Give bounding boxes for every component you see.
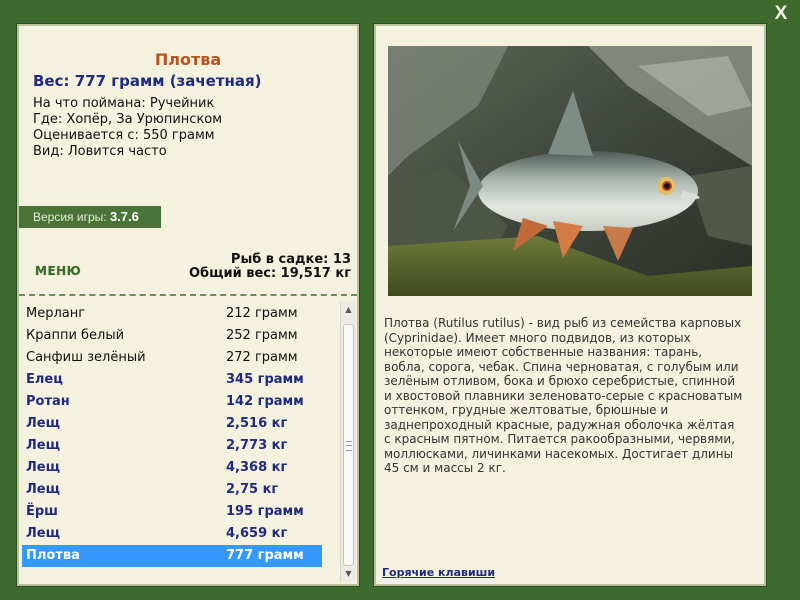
fish-photo [388,46,752,296]
list-item-name: Лещ [26,460,60,475]
list-item-selected[interactable]: Плотва 777 грамм [22,545,322,567]
hotkeys-link[interactable]: Горячие клавиши [382,566,495,579]
list-item-name: Плотва [26,548,80,563]
fish-weight: Вес: 777 грамм (зачетная) [33,72,262,90]
separator [19,294,357,296]
menu-button[interactable]: МЕНЮ [35,264,81,278]
list-scrollbar[interactable]: ▲ ▼ [340,302,356,582]
list-item-name: Мерланг [26,306,86,321]
list-item[interactable]: Елец 345 грамм [22,369,322,391]
scroll-thumb[interactable] [343,324,354,566]
info-location: Где: Хопёр, За Урюпинском [33,112,223,127]
list-item[interactable]: Санфиш зелёный 272 грамм [22,347,322,369]
version-bar: Версия игры: 3.7.6 [19,206,161,228]
list-item[interactable]: Ротан 142 грамм [22,391,322,413]
list-item-weight: 142 грамм [226,394,304,409]
scroll-up-icon[interactable]: ▲ [341,302,356,318]
fish-title: Плотва [154,50,222,69]
scroll-grip-icon [346,441,352,451]
list-item-name: Ротан [26,394,70,409]
close-button[interactable]: X [772,4,790,24]
list-item-weight: 777 грамм [226,548,304,563]
list-item-weight: 2,773 кг [226,438,288,453]
scroll-down-icon[interactable]: ▼ [341,566,356,582]
list-item-name: Елец [26,372,63,387]
list-item-name: Санфиш зелёный [26,350,146,365]
list-item[interactable]: Мерланг 212 грамм [22,303,322,325]
list-item-weight: 252 грамм [226,328,298,343]
catch-list[interactable]: Мерланг 212 грамм Краппи белый 252 грамм Сан… [19,298,357,584]
list-item[interactable]: Лещ 4,659 кг [22,523,322,545]
version-label: Версия игры: [33,210,107,224]
list-item-name: Лещ [26,482,60,497]
info-threshold: Оценивается с: 550 грамм [33,128,215,143]
list-item-weight: 2,516 кг [226,416,288,431]
list-item[interactable]: Лещ 2,516 кг [22,413,322,435]
list-item-weight: 345 грамм [226,372,304,387]
list-item[interactable]: Лещ 2,773 кг [22,435,322,457]
list-item-weight: 272 грамм [226,350,298,365]
list-item-name: Краппи белый [26,328,125,343]
list-item-weight: 212 грамм [226,306,298,321]
list-item-weight: 195 грамм [226,504,304,519]
version-value: 3.7.6 [109,209,139,224]
list-item[interactable]: Лещ 2,75 кг [22,479,322,501]
list-item-weight: 4,368 кг [226,460,288,475]
info-bait: На что поймана: Ручейник [33,96,215,111]
list-item-name: Лещ [26,438,60,453]
cage-count: Рыб в садке: 13 [230,252,351,267]
list-item[interactable]: Краппи белый 252 грамм [22,325,322,347]
list-item-weight: 4,659 кг [226,526,288,541]
fish-description: Плотва (Rutilus rutilus) - вид рыб из се… [384,316,743,475]
list-item[interactable]: Ёрш 195 грамм [22,501,322,523]
list-item-name: Лещ [26,416,60,431]
fish-description-panel: Плотва (Rutilus rutilus) - вид рыб из се… [373,23,767,587]
fish-info-panel: Плотва Вес: 777 грамм (зачетная) На что … [16,23,360,587]
list-item-name: Лещ [26,526,60,541]
roach-fish-image [388,46,752,296]
info-frequency: Вид: Ловится часто [33,144,167,159]
list-item-name: Ёрш [26,504,58,519]
list-item[interactable]: Лещ 4,368 кг [22,457,322,479]
list-item-weight: 2,75 кг [226,482,279,497]
cage-total-weight: Общий вес: 19,517 кг [188,266,351,281]
